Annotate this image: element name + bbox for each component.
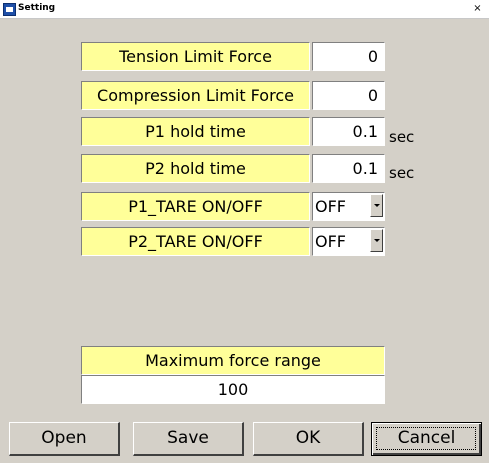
p1-tare-selected-value: OFF: [315, 197, 346, 216]
ok-button[interactable]: OK: [253, 422, 364, 456]
p1-tare-label: P1_TARE ON/OFF: [81, 192, 310, 221]
app-icon: [3, 3, 16, 16]
dropdown-arrow-icon[interactable]: [370, 229, 383, 252]
close-icon[interactable]: ×: [472, 2, 483, 15]
tension-limit-label: Tension Limit Force: [81, 42, 310, 71]
max-force-range-input[interactable]: 100: [81, 375, 385, 404]
save-button[interactable]: Save: [133, 422, 244, 456]
compression-limit-input[interactable]: 0: [312, 81, 385, 110]
dropdown-arrow-icon[interactable]: [370, 194, 383, 217]
cancel-button[interactable]: Cancel: [371, 422, 482, 456]
setting-window: Setting × Tension Limit Force 0 Compress…: [0, 0, 489, 463]
max-force-range-label: Maximum force range: [81, 346, 385, 375]
compression-limit-label: Compression Limit Force: [81, 81, 310, 110]
p2-hold-time-unit: sec: [389, 164, 415, 182]
tension-limit-input[interactable]: 0: [312, 42, 385, 71]
window-title: Setting: [18, 3, 56, 13]
p1-hold-time-label: P1 hold time: [81, 117, 310, 146]
p2-tare-select[interactable]: OFF: [312, 227, 385, 256]
p2-hold-time-input[interactable]: 0.1: [312, 154, 385, 183]
title-bar[interactable]: Setting ×: [0, 0, 489, 19]
p2-tare-selected-value: OFF: [315, 232, 346, 251]
cancel-button-label: Cancel: [397, 428, 456, 448]
p1-hold-time-unit: sec: [389, 128, 415, 146]
p2-tare-label: P2_TARE ON/OFF: [81, 227, 310, 256]
p1-tare-select[interactable]: OFF: [312, 192, 385, 221]
open-button[interactable]: Open: [9, 422, 120, 456]
p2-hold-time-label: P2 hold time: [81, 154, 310, 183]
p1-hold-time-input[interactable]: 0.1: [312, 117, 385, 146]
